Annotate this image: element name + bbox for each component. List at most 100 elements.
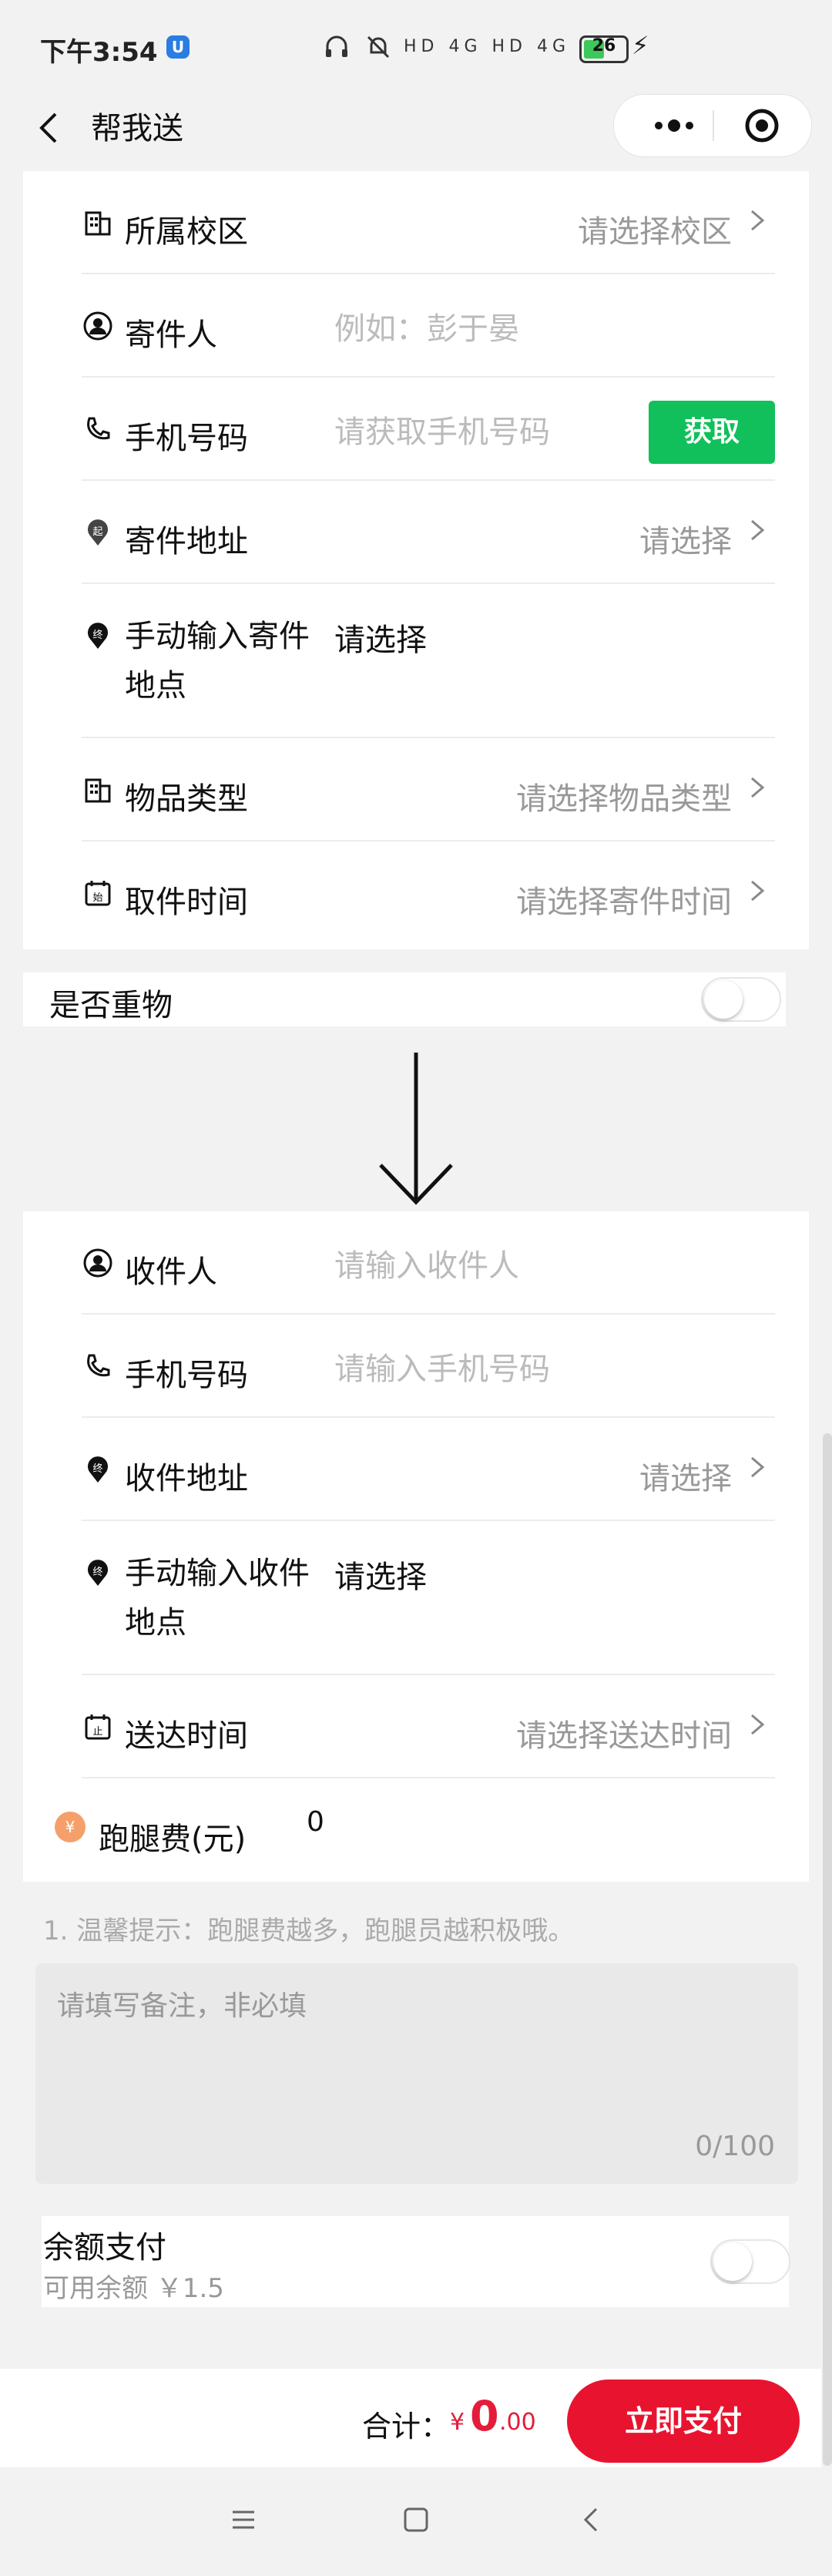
- mini-program-capsule: [613, 94, 812, 157]
- receiver-name-label: 收件人: [125, 1254, 217, 1290]
- total-decimal: .00: [499, 2409, 536, 2436]
- svg-text:¥: ¥: [65, 1818, 75, 1836]
- receiver-phone-input[interactable]: 请输入手机号码: [334, 1344, 550, 1389]
- sender-phone-input[interactable]: 请获取手机号码: [334, 407, 550, 452]
- svg-text:终: 终: [92, 1566, 102, 1578]
- sender-address-row[interactable]: 起 寄件地址 请选择: [57, 481, 775, 584]
- remark-placeholder: 请填写备注，非必填: [57, 1990, 307, 2022]
- heavy-row: 是否重物: [23, 972, 786, 1026]
- scrollbar[interactable]: [823, 1433, 832, 2466]
- receiver-manual-label: 手动输入收件地点: [125, 1556, 310, 1641]
- campus-label: 所属校区: [125, 214, 248, 250]
- system-nav-bar: [0, 2470, 832, 2576]
- home-icon[interactable]: [401, 2504, 431, 2535]
- delivery-time-label: 送达时间: [125, 1718, 248, 1754]
- fee-input[interactable]: 0: [307, 1806, 324, 1838]
- chevron-right-icon: [751, 777, 765, 798]
- status-time: 下午3:54: [40, 37, 158, 68]
- balance-pay-row: 余额支付 可用余额 ￥1.5: [42, 2216, 790, 2307]
- sender-name-label: 寄件人: [125, 317, 217, 353]
- calendar-icon: 始: [85, 881, 111, 906]
- receiver-address-row[interactable]: 终 收件地址 请选择: [57, 1418, 775, 1521]
- receiver-phone-label: 手机号码: [125, 1358, 248, 1393]
- heavy-label: 是否重物: [49, 988, 173, 1023]
- close-target-icon[interactable]: [743, 107, 780, 144]
- svg-text:止: 止: [92, 1726, 102, 1738]
- receiver-card: 收件人 请输入收件人 手机号码 请输入手机号码 终 收件地址 请选择 终 手动输…: [23, 1211, 809, 1882]
- receiver-phone-row: 手机号码 请输入手机号码: [57, 1315, 775, 1418]
- back-icon[interactable]: [28, 105, 74, 151]
- receiver-name-input[interactable]: 请输入收件人: [334, 1241, 519, 1285]
- receiver-name-row: 收件人 请输入收件人: [57, 1211, 775, 1315]
- chevron-right-icon: [751, 519, 765, 541]
- total-amount: 0: [470, 2392, 499, 2440]
- start-location-icon: 起: [88, 519, 108, 546]
- sender-address-value: 请选择: [639, 524, 732, 559]
- end-location-icon: 终: [88, 1456, 108, 1483]
- receiver-manual-value[interactable]: 请选择: [334, 1552, 427, 1597]
- pickup-time-row[interactable]: 始 取件时间 请选择寄件时间: [57, 841, 775, 945]
- campus-row[interactable]: 所属校区 请选择校区: [57, 171, 775, 274]
- yuan-icon: ¥: [55, 1812, 86, 1842]
- chevron-right-icon: [751, 210, 765, 231]
- sender-manual-row[interactable]: 终 手动输入寄件地点 请选择: [57, 584, 775, 738]
- phone-icon: [87, 1354, 110, 1377]
- svg-text:始: 始: [92, 892, 102, 904]
- receiver-manual-row[interactable]: 终 手动输入收件地点 请选择: [57, 1521, 775, 1675]
- delivery-time-row[interactable]: 止 送达时间 请选择送达时间: [57, 1675, 775, 1778]
- mute-bell-icon: [367, 35, 390, 59]
- total-label: 合计：: [362, 2410, 451, 2443]
- svg-text:终: 终: [92, 1463, 102, 1475]
- system-back-icon[interactable]: [576, 2504, 607, 2535]
- sender-card: 所属校区 请选择校区 寄件人 例如：彭于晏 手机号码 请获取手机号码 获取 起 …: [23, 171, 809, 949]
- arrow-down-icon: [379, 1053, 453, 1205]
- sender-manual-label: 手动输入寄件地点: [125, 619, 310, 704]
- chevron-right-icon: [751, 880, 765, 902]
- sender-manual-value[interactable]: 请选择: [334, 615, 427, 660]
- app-badge-icon: U: [166, 35, 190, 59]
- chevron-right-icon: [751, 1456, 765, 1478]
- item-type-value: 请选择物品类型: [516, 781, 732, 817]
- signal-text: HD 4G HD 4G: [404, 37, 571, 56]
- sender-name-row: 寄件人 例如：彭于晏: [57, 274, 775, 378]
- battery-icon: 26: [579, 35, 629, 63]
- person-icon: [83, 311, 112, 341]
- more-icon[interactable]: [637, 110, 714, 141]
- nav-bar: 帮我送: [0, 83, 832, 168]
- remark-textarea[interactable]: 请填写备注，非必填 0/100: [35, 1963, 798, 2184]
- fee-row: ¥ 跑腿费(元) 0: [23, 1778, 809, 1882]
- chevron-right-icon: [751, 1714, 765, 1735]
- menu-icon[interactable]: [228, 2504, 259, 2535]
- page-title: 帮我送: [91, 111, 183, 146]
- sender-address-label: 寄件地址: [125, 524, 248, 559]
- balance-available: 可用余额 ￥1.5: [43, 2273, 224, 2304]
- charging-icon: ⚡: [632, 31, 649, 60]
- fee-label: 跑腿费(元): [99, 1822, 247, 1857]
- calendar-icon: 止: [85, 1715, 111, 1740]
- building-icon: [85, 211, 111, 236]
- pin-icon: 终: [88, 623, 108, 649]
- delivery-time-value: 请选择送达时间: [516, 1718, 732, 1754]
- receiver-address-value: 请选择: [639, 1461, 732, 1496]
- campus-value: 请选择校区: [578, 214, 732, 250]
- sender-name-input[interactable]: 例如：彭于晏: [334, 304, 519, 348]
- item-type-label: 物品类型: [125, 781, 248, 817]
- phone-icon: [87, 417, 110, 440]
- bottom-pay-bar: 合计： ¥ 0 .00 立即支付: [0, 2369, 821, 2467]
- fee-hint: 1. 温馨提示：跑腿费越多，跑腿员越积极哦。: [43, 1916, 575, 1946]
- pin-icon: 终: [88, 1560, 108, 1586]
- pickup-time-value: 请选择寄件时间: [516, 885, 732, 920]
- pickup-time-label: 取件时间: [125, 885, 248, 920]
- svg-text:起: 起: [92, 526, 102, 538]
- pay-now-button[interactable]: 立即支付: [567, 2380, 800, 2463]
- remark-count: 0/100: [695, 2131, 775, 2162]
- heavy-toggle[interactable]: [701, 977, 781, 1022]
- balance-toggle[interactable]: [710, 2239, 790, 2284]
- svg-text:终: 终: [92, 629, 102, 641]
- headphone-icon: [326, 35, 347, 57]
- person-icon: [83, 1248, 112, 1278]
- item-type-row[interactable]: 物品类型 请选择物品类型: [57, 738, 775, 841]
- sender-phone-row: 手机号码 请获取手机号码 获取: [57, 378, 775, 481]
- get-phone-button[interactable]: 获取: [649, 401, 775, 464]
- balance-pay-label: 余额支付: [43, 2230, 166, 2265]
